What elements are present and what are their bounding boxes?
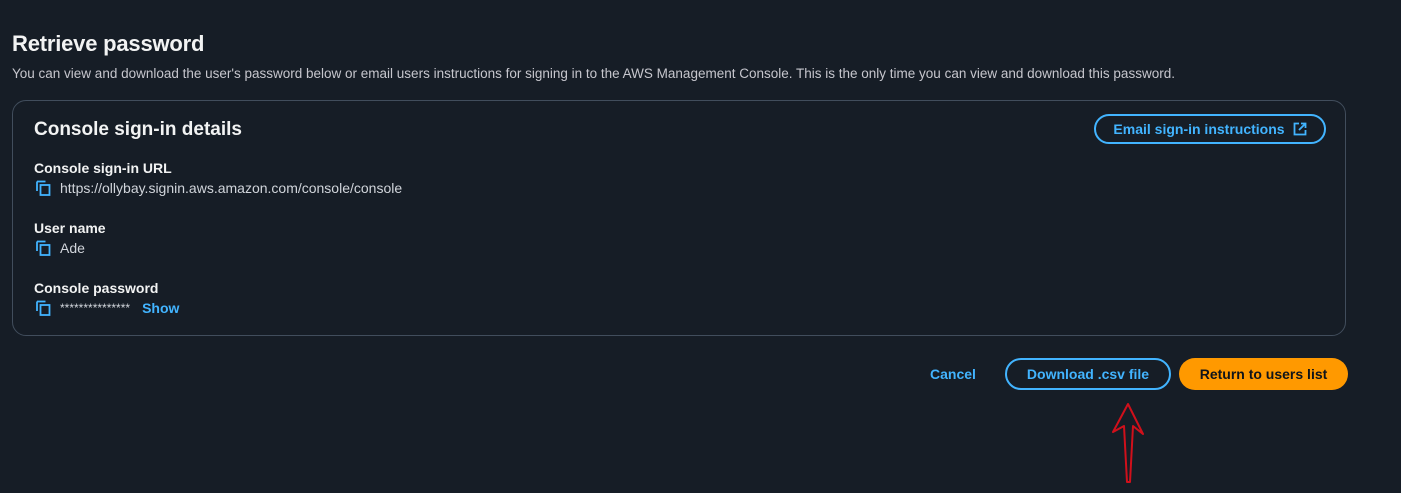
sign-in-url-label: Console sign-in URL <box>34 160 172 176</box>
user-name-value: Ade <box>60 240 85 256</box>
console-password-value: *************** <box>60 301 131 315</box>
download-csv-button[interactable]: Download .csv file <box>1005 358 1171 390</box>
external-link-icon <box>1293 122 1307 136</box>
copy-icon[interactable] <box>34 239 52 257</box>
console-sign-in-panel: Console sign-in details Email sign-in in… <box>12 100 1346 336</box>
sign-in-url-field: Console sign-in URL https://ollybay.sign… <box>34 159 402 197</box>
cancel-button[interactable]: Cancel <box>920 358 986 390</box>
user-name-field: User name Ade <box>34 219 106 257</box>
user-name-label: User name <box>34 220 106 236</box>
panel-title: Console sign-in details <box>34 119 242 140</box>
email-button-label: Email sign-in instructions <box>1113 121 1285 137</box>
copy-icon[interactable] <box>34 179 52 197</box>
console-password-field: Console password *************** Show <box>34 279 179 317</box>
return-to-users-list-button[interactable]: Return to users list <box>1179 358 1348 390</box>
action-bar: Cancel Download .csv file Return to user… <box>0 358 1401 390</box>
console-password-label: Console password <box>34 280 159 296</box>
red-arrow-annotation <box>1108 402 1148 491</box>
sign-in-url-value: https://ollybay.signin.aws.amazon.com/co… <box>60 180 403 196</box>
page: Retrieve password You can view and downl… <box>0 0 1401 493</box>
page-title: Retrieve password <box>12 31 205 56</box>
email-sign-in-instructions-button[interactable]: Email sign-in instructions <box>1094 114 1326 144</box>
page-description: You can view and download the user's pas… <box>12 66 1175 81</box>
show-password-link[interactable]: Show <box>142 300 179 316</box>
copy-icon[interactable] <box>34 299 52 317</box>
